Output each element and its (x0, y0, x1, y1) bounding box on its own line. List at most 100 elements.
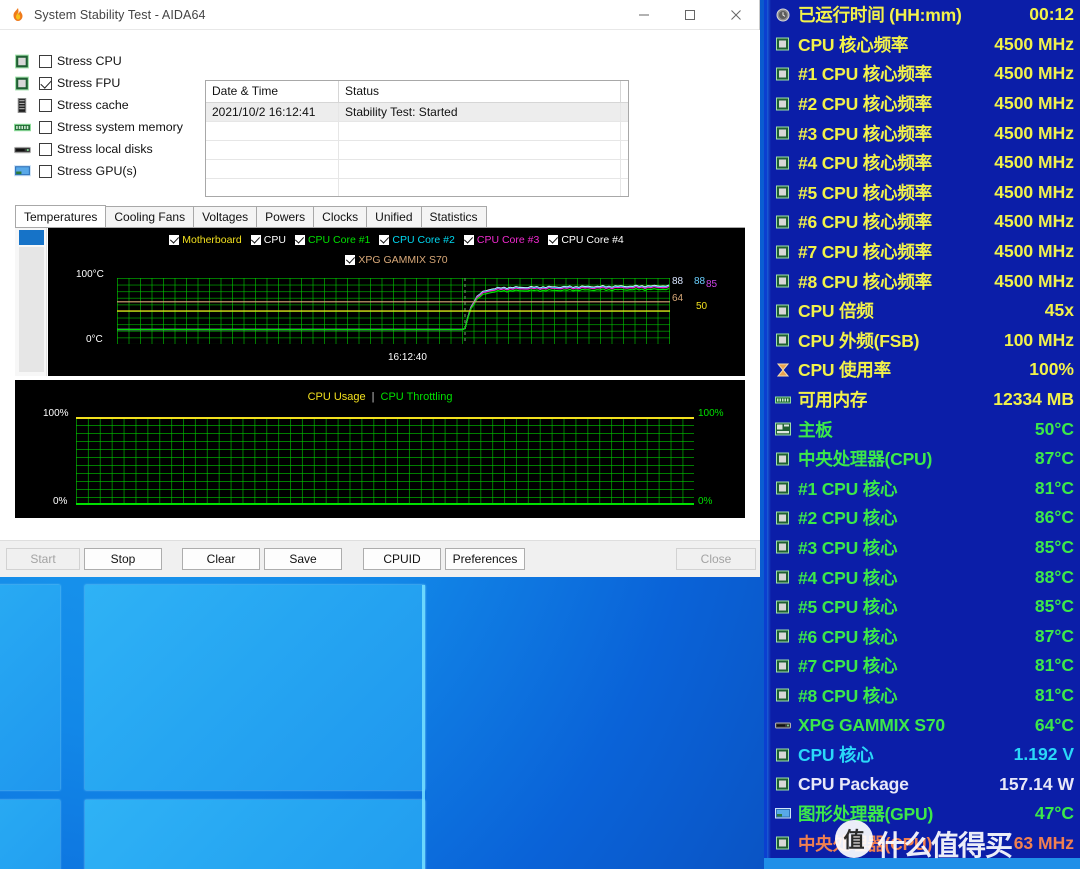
sensor-label: #7 CPU 核心 (798, 656, 898, 677)
legend-item[interactable]: CPU Core #2 (379, 234, 455, 246)
sensor-label: 图形处理器(GPU) (798, 804, 934, 825)
sensor-label: #8 CPU 核心频率 (798, 271, 932, 292)
charts-area: Motherboard CPU CPU Core #1 CPU Core #2 CPU … (15, 228, 745, 518)
sensor-row: #8 CPU 核心频率 4500 MHz (767, 266, 1080, 296)
sensor-label: #6 CPU 核心 (798, 626, 898, 647)
legend-item[interactable]: Motherboard (169, 234, 242, 246)
cpu-chip-icon (775, 540, 791, 554)
legend-item[interactable]: CPU Core #3 (463, 234, 539, 246)
legend-checkbox[interactable] (379, 235, 390, 245)
stress-option-checkbox[interactable] (39, 120, 52, 134)
sensor-label: #2 CPU 核心 (798, 508, 898, 529)
minimize-button[interactable] (621, 0, 667, 30)
legend-item[interactable]: CPU Core #1 (294, 234, 370, 246)
legend-checkbox[interactable] (250, 235, 261, 245)
legend-item[interactable]: CPU Core #4 (548, 234, 624, 246)
cpu-chip-icon (775, 156, 791, 170)
cpu-chip-icon (775, 333, 791, 347)
maximize-button[interactable] (667, 0, 713, 30)
legend-item[interactable]: XPG GAMMIX S70 (345, 254, 448, 266)
stress-option-row[interactable]: Stress system memory (14, 116, 204, 138)
temp-value-label: 88 (694, 276, 706, 287)
tab-voltages[interactable]: Voltages (193, 206, 258, 227)
table-row[interactable] (206, 179, 628, 196)
sensor-label: CPU 倍频 (798, 301, 874, 322)
stress-option-row[interactable]: Stress CPU (14, 50, 204, 72)
gpu-monitor-icon (14, 164, 31, 179)
aida64-sensor-panel: 已运行时间 (HH:mm) 00:12 CPU 核心频率 4500 MHz #1 C… (764, 0, 1080, 869)
stress-option-label: Stress system memory (57, 120, 183, 134)
cpu-usage-graph-title: CPU Usage | CPU Throttling (15, 391, 745, 403)
cell-status (339, 141, 621, 159)
stress-option-checkbox[interactable] (39, 98, 52, 112)
cpu-chip-icon (775, 97, 791, 111)
close-button[interactable] (713, 0, 759, 30)
tab-powers[interactable]: Powers (256, 206, 315, 227)
table-row[interactable] (206, 122, 628, 141)
table-row[interactable]: 2021/10/2 16:12:41 Stability Test: Starte… (206, 103, 628, 122)
stop-button[interactable]: Stop (84, 548, 162, 570)
sensor-row: #7 CPU 核心 81°C (767, 651, 1080, 681)
cpu-chip-icon (775, 748, 791, 762)
save-button[interactable]: Save (264, 548, 342, 570)
stress-option-checkbox[interactable] (39, 142, 52, 156)
stress-option-row[interactable]: Stress local disks (14, 138, 204, 160)
tab-clocks[interactable]: Clocks (313, 206, 368, 227)
chart-scrollbar[interactable] (15, 228, 47, 376)
temperature-legend-row2: XPG GAMMIX S70 (48, 254, 745, 266)
sensor-row: CPU 外频(FSB) 100 MHz (767, 326, 1080, 356)
sensor-row: #8 CPU 核心 81°C (767, 681, 1080, 711)
preferences-button[interactable]: Preferences (445, 548, 525, 570)
sensor-label: CPU 核心频率 (798, 34, 909, 55)
table-row[interactable] (206, 160, 628, 179)
legend-checkbox[interactable] (345, 255, 356, 265)
sensor-label: 中央处理器(CPU) (798, 449, 933, 470)
sensor-value: 157.14 W (999, 773, 1074, 794)
sensor-label: #1 CPU 核心 (798, 478, 898, 499)
event-log-table[interactable]: Date & Time Status 2021/10/2 16:12:41 Sta… (205, 80, 629, 197)
cpu-chip-icon (775, 452, 791, 466)
cpu-chip-icon (775, 37, 791, 51)
window-titlebar[interactable]: System Stability Test - AIDA64 (0, 0, 759, 30)
stress-option-checkbox[interactable] (39, 76, 52, 90)
tab-statistics[interactable]: Statistics (420, 206, 487, 227)
sensor-row: CPU 核心 1.192 V (767, 740, 1080, 770)
stress-option-row[interactable]: Stress GPU(s) (14, 160, 204, 182)
usage-title-part: | (371, 391, 375, 403)
column-header-status[interactable]: Status (339, 81, 621, 102)
chart-scrollbar-track[interactable] (19, 247, 44, 372)
motherboard-icon (775, 422, 791, 436)
column-header-datetime[interactable]: Date & Time (206, 81, 339, 102)
hard-disk-icon (775, 718, 791, 732)
tab-cooling-fans[interactable]: Cooling Fans (105, 206, 195, 227)
clear-button[interactable]: Clear (182, 548, 260, 570)
usage-title-part: CPU Usage (307, 391, 366, 403)
stress-option-checkbox[interactable] (39, 164, 52, 178)
cell-status (339, 179, 621, 196)
temp-value-label: 50 (696, 301, 708, 312)
sensor-row: #1 CPU 核心频率 4500 MHz (767, 59, 1080, 89)
stress-option-row[interactable]: Stress cache (14, 94, 204, 116)
tab-temperatures[interactable]: Temperatures (15, 205, 107, 227)
sensor-value: 85°C (1034, 596, 1074, 617)
sensor-row: CPU Package 157.14 W (767, 769, 1080, 799)
cpu-chip-icon (775, 185, 791, 199)
legend-checkbox[interactable] (294, 235, 305, 245)
sensor-value: 4500 MHz (994, 63, 1074, 84)
table-row[interactable] (206, 141, 628, 160)
legend-checkbox[interactable] (169, 235, 180, 245)
tab-unified[interactable]: Unified (366, 206, 422, 227)
sensor-label: #4 CPU 核心频率 (798, 153, 932, 174)
stress-option-checkbox[interactable] (39, 54, 52, 68)
legend-checkbox[interactable] (548, 235, 559, 245)
sensor-label: #5 CPU 核心 (798, 597, 898, 618)
legend-label: CPU Core #2 (392, 234, 455, 246)
legend-checkbox[interactable] (463, 235, 474, 245)
sensor-row: #5 CPU 核心 85°C (767, 592, 1080, 622)
chart-scrollbar-thumb[interactable] (19, 230, 44, 245)
legend-item[interactable]: CPU (250, 234, 286, 246)
sensor-value: 100% (1029, 359, 1074, 380)
cpuid-button[interactable]: CPUID (363, 548, 441, 570)
stress-option-row[interactable]: Stress FPU (14, 72, 204, 94)
cpu-chip-icon (775, 600, 791, 614)
